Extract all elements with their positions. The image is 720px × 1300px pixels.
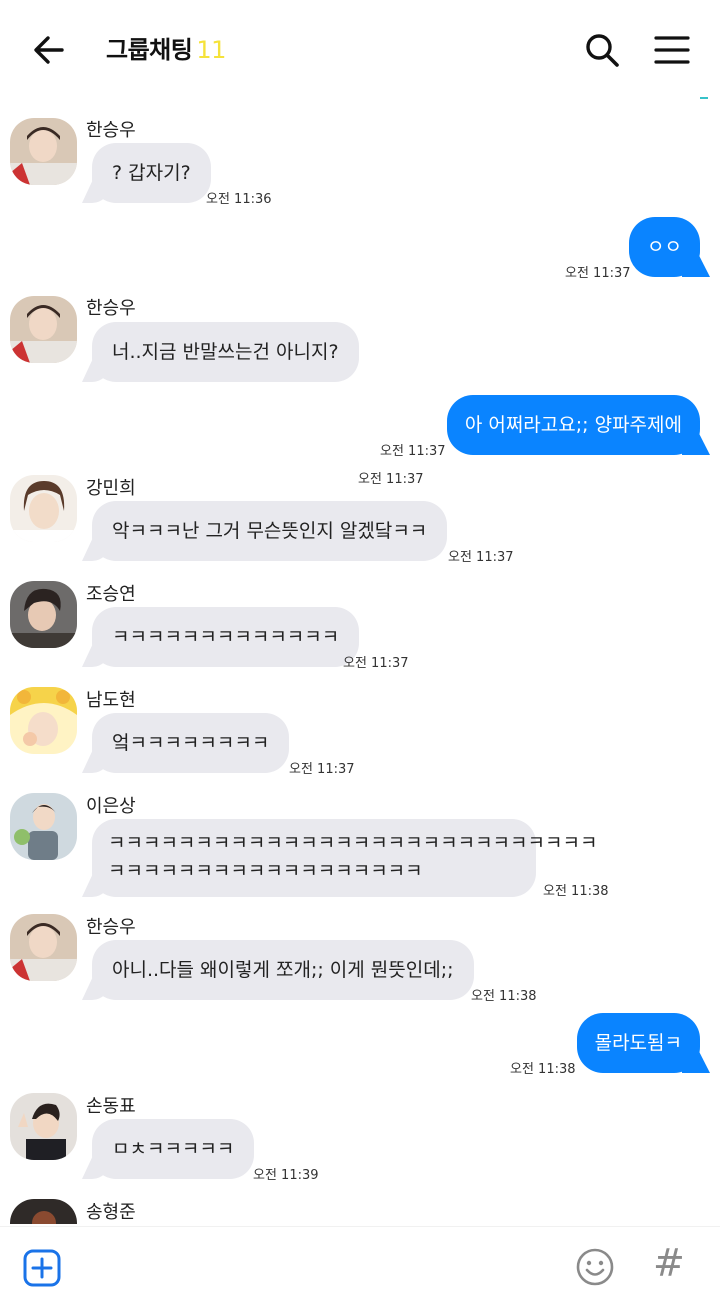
message-time: 오전 11:37 — [289, 762, 355, 777]
smiley-icon — [576, 1248, 614, 1286]
avatar[interactable] — [10, 118, 77, 185]
sender-name: 한승우 — [86, 298, 136, 319]
message-bubble[interactable]: ㅋㅋㅋㅋㅋㅋㅋㅋㅋㅋㅋㅋㅋㅋㅋㅋㅋㅋㅋㅋㅋㅋㅋㅋㅋㅋㅋㅋ ㅋㅋㅋㅋㅋㅋㅋㅋㅋㅋㅋ… — [92, 819, 598, 897]
member-count: 11 — [196, 36, 226, 64]
message-text-line: ㅋㅋㅋㅋㅋㅋㅋㅋㅋㅋㅋㅋㅋㅋㅋㅋㅋㅋ — [108, 860, 423, 882]
message-time: 오전 11:39 — [253, 1168, 319, 1183]
message-bubble[interactable]: 아니..다들 왜이렇게 쪼개;; 이게 뭔뜻인데;; — [92, 940, 474, 1000]
avatar[interactable] — [10, 914, 77, 981]
sender-name: 강민희 — [86, 478, 136, 499]
sender-name: 송형준 — [86, 1202, 136, 1223]
message-time: 오전 11:38 — [471, 989, 537, 1004]
outgoing-message-bubble[interactable]: 아 어쩌라고요;; 양파주제에 — [446, 395, 700, 455]
message-bubble[interactable]: ㅁㅊㅋㅋㅋㅋㅋ — [92, 1119, 255, 1179]
avatar[interactable] — [10, 687, 77, 754]
chat-title: 그룹채팅 11 — [106, 30, 226, 65]
sender-name: 남도현 — [86, 690, 136, 711]
chat-title-text: 그룹채팅 — [106, 36, 193, 64]
message-time: 오전 11:36 — [206, 192, 272, 207]
message-input-bar: # — [0, 1226, 720, 1300]
message-bubble[interactable]: 너..지금 반말쓰는건 아니지? — [92, 322, 359, 382]
message-time: 오전 11:37 — [358, 472, 424, 487]
menu-button[interactable] — [650, 28, 694, 72]
avatar[interactable] — [10, 581, 77, 648]
attach-button[interactable] — [22, 1248, 62, 1288]
message-time: 오전 11:38 — [510, 1062, 576, 1077]
back-button[interactable] — [28, 28, 72, 72]
plus-square-icon — [23, 1249, 61, 1287]
message-time: 오전 11:37 — [343, 656, 409, 671]
search-button[interactable] — [580, 28, 624, 72]
hamburger-menu-icon — [654, 36, 690, 64]
header-divider-accent — [700, 97, 708, 99]
hashtag-button[interactable]: # — [653, 1241, 685, 1285]
message-time: 오전 11:37 — [380, 444, 446, 459]
arrow-left-icon — [34, 36, 64, 64]
avatar[interactable] — [10, 296, 77, 363]
message-bubble[interactable]: 엌ㅋㅋㅋㅋㅋㅋㅋㅋ — [92, 713, 290, 773]
message-time: 오전 11:38 — [543, 884, 609, 899]
outgoing-message-bubble[interactable]: ㅇㅇ — [629, 217, 700, 277]
search-icon — [586, 34, 619, 67]
message-bubble[interactable]: 악ㅋㅋㅋ난 그거 무슨뜻인지 알겠닼ㅋㅋ — [92, 501, 448, 561]
message-time: 오전 11:37 — [565, 266, 631, 281]
chat-header: 그룹채팅 11 — [0, 0, 720, 100]
message-bubble[interactable]: ? 갑자기? — [92, 143, 211, 203]
avatar[interactable] — [10, 475, 77, 542]
sender-name: 한승우 — [86, 917, 136, 938]
sender-name: 한승우 — [86, 120, 136, 141]
message-list[interactable]: 한승우 ? 갑자기? 오전 11:36 ㅇㅇ 오전 11:37 한승우 너..지… — [0, 100, 720, 1224]
message-text-line: ㅋㅋㅋㅋㅋㅋㅋㅋㅋㅋㅋㅋㅋㅋㅋㅋㅋㅋㅋㅋㅋㅋㅋㅋㅋㅋㅋㅋ — [108, 832, 598, 854]
avatar[interactable] — [10, 793, 77, 860]
avatar[interactable] — [10, 1199, 77, 1224]
avatar[interactable] — [10, 1093, 77, 1160]
sender-name: 이은상 — [86, 796, 136, 817]
sender-name: 손동표 — [86, 1096, 136, 1117]
sender-name: 조승연 — [86, 584, 136, 605]
message-time: 오전 11:37 — [448, 550, 514, 565]
message-bubble[interactable]: ㅋㅋㅋㅋㅋㅋㅋㅋㅋㅋㅋㅋㅋ — [92, 607, 360, 667]
outgoing-message-bubble[interactable]: 몰라도됨ㅋ — [576, 1013, 700, 1073]
emoji-button[interactable] — [575, 1247, 615, 1287]
